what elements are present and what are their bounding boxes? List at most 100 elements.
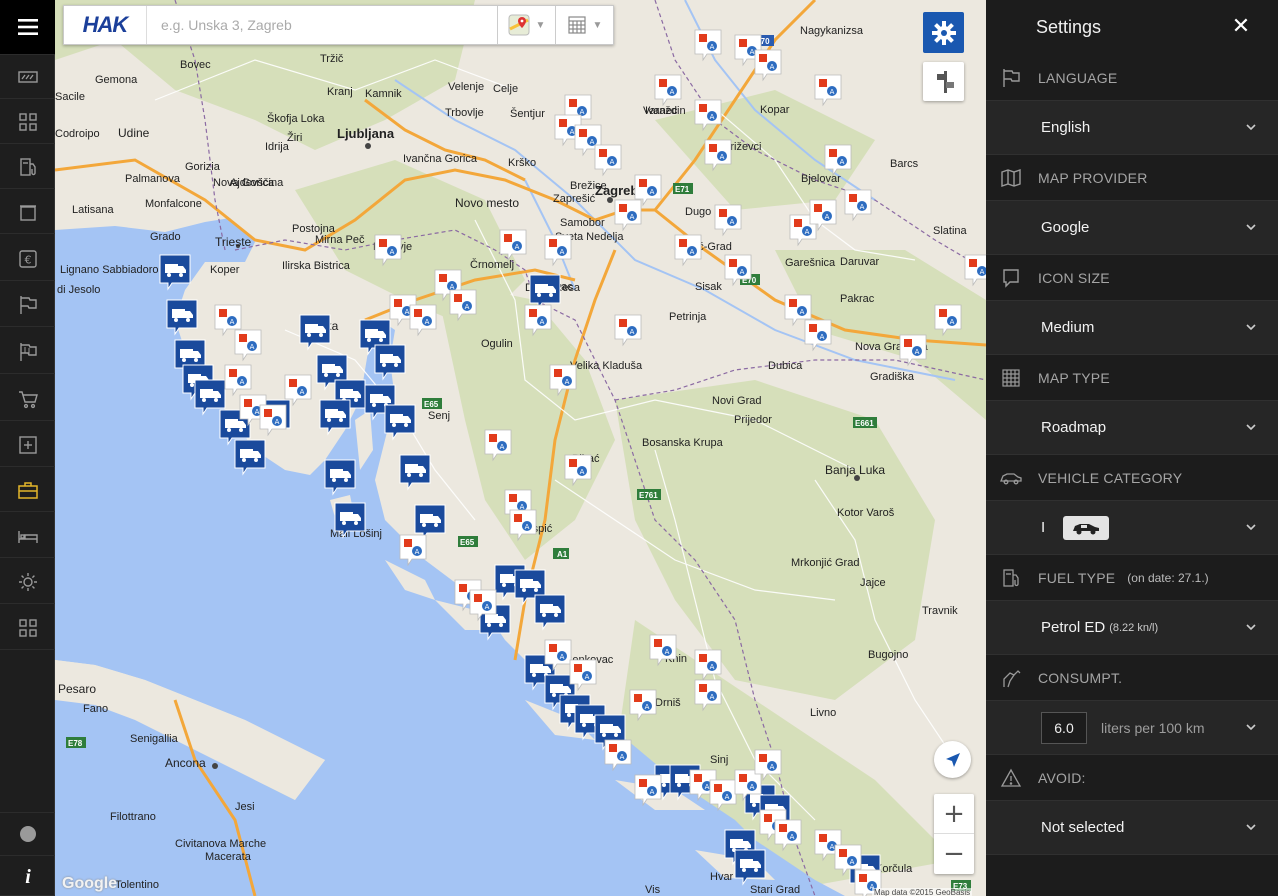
place-label: Gorizia: [185, 161, 221, 173]
zoom-out-button[interactable]: −: [934, 834, 974, 874]
fuel-type-label: FUEL TYPE: [1038, 569, 1116, 586]
svg-text:A: A: [390, 248, 395, 256]
place-label: Tržič: [320, 53, 344, 65]
menu-icon[interactable]: [0, 0, 55, 55]
place-label: Pakrac: [840, 293, 875, 305]
map-style-button[interactable]: ▼: [497, 6, 555, 44]
svg-text:A: A: [820, 333, 825, 341]
sun-icon[interactable]: [0, 560, 55, 604]
svg-text:A: A: [860, 203, 865, 211]
svg-text:A: A: [770, 763, 775, 771]
flag-icon[interactable]: [0, 330, 55, 374]
place-label: Kopar: [760, 104, 790, 116]
place-label: Ancona: [165, 756, 206, 770]
svg-text:A: A: [250, 343, 255, 351]
vehicle-category-label: VEHICLE CATEGORY: [1038, 469, 1183, 486]
briefcase-icon[interactable]: [0, 468, 55, 512]
map-view[interactable]: Ljubljana Zagreb Rijeka Udine Trieste Ko…: [55, 0, 986, 896]
place-label: Novi Grad: [712, 395, 762, 407]
trash-icon[interactable]: [0, 190, 55, 234]
search-input[interactable]: [147, 6, 497, 44]
svg-text:i: i: [25, 866, 31, 887]
search-bar: HAK ▼ ▼: [63, 5, 614, 45]
svg-text:A: A: [725, 793, 730, 801]
route-button[interactable]: [923, 62, 964, 101]
place-label: Travnik: [922, 605, 958, 617]
icon-size-select[interactable]: Medium: [986, 300, 1278, 355]
svg-text:A: A: [580, 468, 585, 476]
hak-logo[interactable]: HAK: [64, 6, 147, 44]
fuel-type-value: Petrol ED: [1041, 619, 1106, 636]
road-label: E661: [855, 419, 874, 428]
svg-text:A: A: [515, 243, 520, 251]
svg-text:A: A: [620, 753, 625, 761]
hak-icon[interactable]: [0, 55, 55, 99]
gear-icon: [931, 20, 956, 45]
left-nav-rail: € i: [0, 0, 55, 896]
map-icon: [1001, 168, 1021, 187]
settings-button[interactable]: [923, 12, 964, 53]
cart-icon[interactable]: [0, 377, 55, 421]
consumption-input[interactable]: [1041, 711, 1087, 744]
svg-text:A: A: [565, 378, 570, 386]
panel-title: Settings: [1036, 17, 1102, 37]
locate-me-button[interactable]: [934, 741, 971, 778]
svg-text:A: A: [560, 248, 565, 256]
svg-text:A: A: [665, 648, 670, 656]
info-icon[interactable]: i: [0, 856, 55, 896]
icon-size-value: Medium: [1041, 319, 1095, 336]
chevron-down-icon: [1246, 124, 1256, 131]
plus-box-icon[interactable]: [0, 423, 55, 467]
svg-text:A: A: [255, 408, 260, 416]
calculator-button[interactable]: ▼: [555, 6, 613, 44]
map-type-label-row: MAP TYPE: [986, 355, 1278, 400]
close-button[interactable]: ✕: [1230, 16, 1252, 38]
place-label: Dubica: [768, 360, 803, 372]
place-label: Vis: [645, 884, 661, 896]
zoom-in-button[interactable]: +: [934, 794, 974, 834]
settings-panel: Settings ✕ LANGUAGE English MAP PROVIDER…: [986, 0, 1278, 896]
chevron-down-icon: [1246, 624, 1256, 631]
svg-text:A: A: [405, 308, 410, 316]
svg-text:A: A: [805, 228, 810, 236]
flag-outline-icon: [1003, 68, 1020, 87]
svg-text:A: A: [750, 783, 755, 791]
map-type-value: Roadmap: [1041, 419, 1107, 436]
bed-icon[interactable]: [0, 514, 55, 558]
svg-text:€: €: [24, 253, 31, 266]
flag-icon[interactable]: [0, 283, 55, 327]
place-label: Palmanova: [125, 173, 181, 185]
chevron-down-icon[interactable]: [1246, 722, 1256, 732]
language-select[interactable]: English: [986, 100, 1278, 155]
circle-icon[interactable]: [0, 812, 55, 856]
map-provider-select[interactable]: Google: [986, 200, 1278, 255]
map-provider-label: MAP PROVIDER: [1038, 169, 1148, 186]
grid-icon[interactable]: [0, 606, 55, 650]
place-label: Monfalcone: [145, 198, 202, 210]
place-label: Latisana: [72, 204, 114, 216]
place-label: Stari Grad: [750, 884, 800, 896]
svg-text:A: A: [825, 213, 830, 221]
svg-text:A: A: [690, 248, 695, 256]
vehicle-category-select[interactable]: I: [986, 500, 1278, 555]
fuel-type-select[interactable]: Petrol ED (8.22 kn/l): [986, 600, 1278, 655]
consumption-unit: liters per 100 km: [1101, 719, 1205, 736]
svg-text:A: A: [590, 138, 595, 146]
avoid-select[interactable]: Not selected: [986, 800, 1278, 855]
google-logo: Google: [62, 875, 118, 892]
place-label: Velika Kladuša: [570, 360, 643, 372]
grid-icon[interactable]: [0, 100, 55, 144]
euro-icon[interactable]: €: [0, 237, 55, 281]
fuel-station-icon[interactable]: [0, 145, 55, 189]
grid-dots-icon: [1002, 368, 1020, 387]
speech-bubble-icon: [1003, 268, 1019, 288]
place-label: Macerata: [205, 851, 252, 863]
svg-text:A: A: [230, 318, 235, 326]
svg-text:A: A: [830, 843, 835, 851]
place-label: Žiri: [287, 131, 302, 144]
map-attribution[interactable]: Map data ©2015 GeoBasis: [872, 888, 973, 896]
place-label: Udine: [118, 126, 150, 140]
map-type-select[interactable]: Roadmap: [986, 400, 1278, 455]
place-label: Codroipo: [55, 128, 100, 140]
place-label: Bjelovar: [801, 173, 841, 185]
